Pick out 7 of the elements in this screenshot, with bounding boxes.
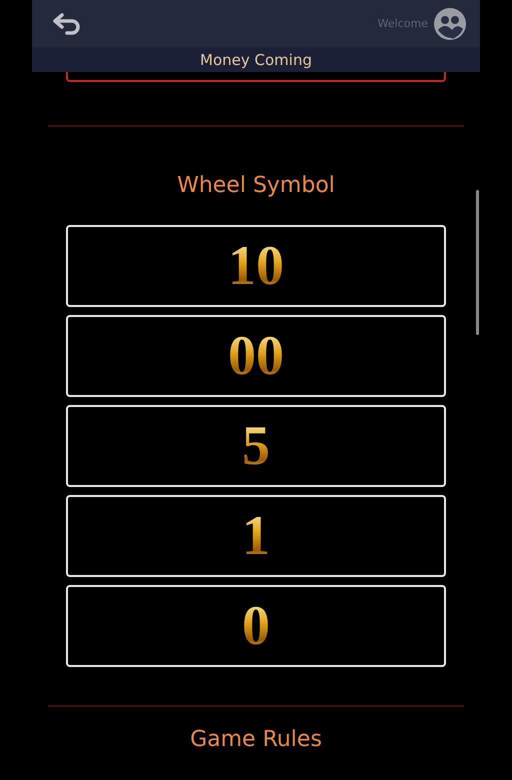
scrollbar[interactable]	[476, 190, 479, 335]
back-icon[interactable]	[52, 12, 82, 36]
section-title: Game Rules	[190, 727, 322, 752]
avatar-icon[interactable]	[434, 8, 466, 40]
page-title: Money Coming	[32, 47, 480, 72]
welcome-text: Welcome	[378, 17, 428, 30]
section-title: Wheel Symbol	[177, 173, 335, 198]
